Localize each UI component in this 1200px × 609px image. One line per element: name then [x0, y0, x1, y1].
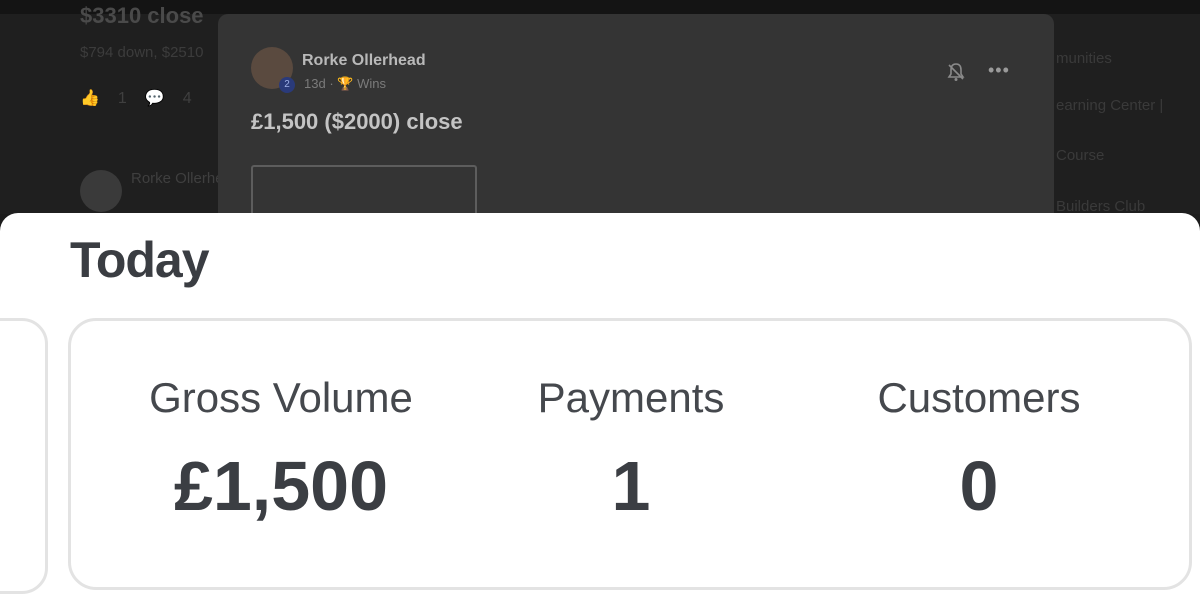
post-category: Wins: [357, 76, 386, 91]
post-time: 13d: [304, 76, 326, 91]
stats-card[interactable]: Gross Volume £1,500 Payments 1 Customers…: [68, 318, 1192, 590]
section-heading: Today: [70, 232, 210, 288]
post-image: [251, 165, 477, 214]
stat-payments: Payments 1: [466, 371, 796, 531]
stat-label: Gross Volume: [149, 374, 413, 421]
bell-icon[interactable]: [946, 62, 966, 82]
stat-label: Customers: [877, 374, 1081, 421]
post-author: Rorke Ollerhead: [302, 52, 426, 69]
avatar: [80, 170, 122, 212]
sidebar: munities earning Center | Course Builder…: [1054, 0, 1200, 214]
like-count: 1: [117, 90, 127, 107]
feed-post-actions: 👍 1 💬 4: [80, 88, 210, 108]
sidebar-item: Course: [1056, 147, 1105, 164]
background-feed: $3310 close $794 down, $2510 👍 1 💬 4 Rorke …: [0, 0, 1200, 214]
comment-count: 4: [182, 90, 192, 107]
comment-icon: 💬: [144, 90, 165, 107]
summary-sheet: Today Gross Volume £1,500 Payments 1 Cus…: [0, 213, 1200, 609]
sidebar-item: Builders Club: [1056, 198, 1146, 214]
stat-value: 1: [611, 447, 651, 525]
post-meta: 13d · 🏆 Wins: [304, 76, 386, 91]
previous-card[interactable]: [0, 318, 48, 594]
trophy-icon: 🏆: [337, 76, 354, 91]
level-badge: 2: [279, 77, 295, 93]
stat-gross-volume: Gross Volume £1,500: [116, 371, 446, 531]
more-options-icon[interactable]: •••: [988, 60, 1010, 81]
sidebar-item: earning Center |: [1056, 97, 1164, 114]
post-modal: 2 Rorke Ollerhead 13d · 🏆 Wins ••• £1,50…: [218, 14, 1054, 214]
feed-post-title: $3310 close: [80, 3, 204, 28]
like-icon: 👍: [80, 90, 100, 107]
sidebar-item: munities: [1056, 50, 1112, 67]
post-title: £1,500 ($2000) close: [251, 109, 463, 134]
stat-value: £1,500: [173, 447, 389, 525]
stat-customers: Customers 0: [814, 371, 1144, 531]
stat-label: Payments: [537, 374, 725, 421]
feed-post-subtitle: $794 down, $2510: [80, 44, 204, 61]
stat-value: 0: [959, 447, 999, 525]
